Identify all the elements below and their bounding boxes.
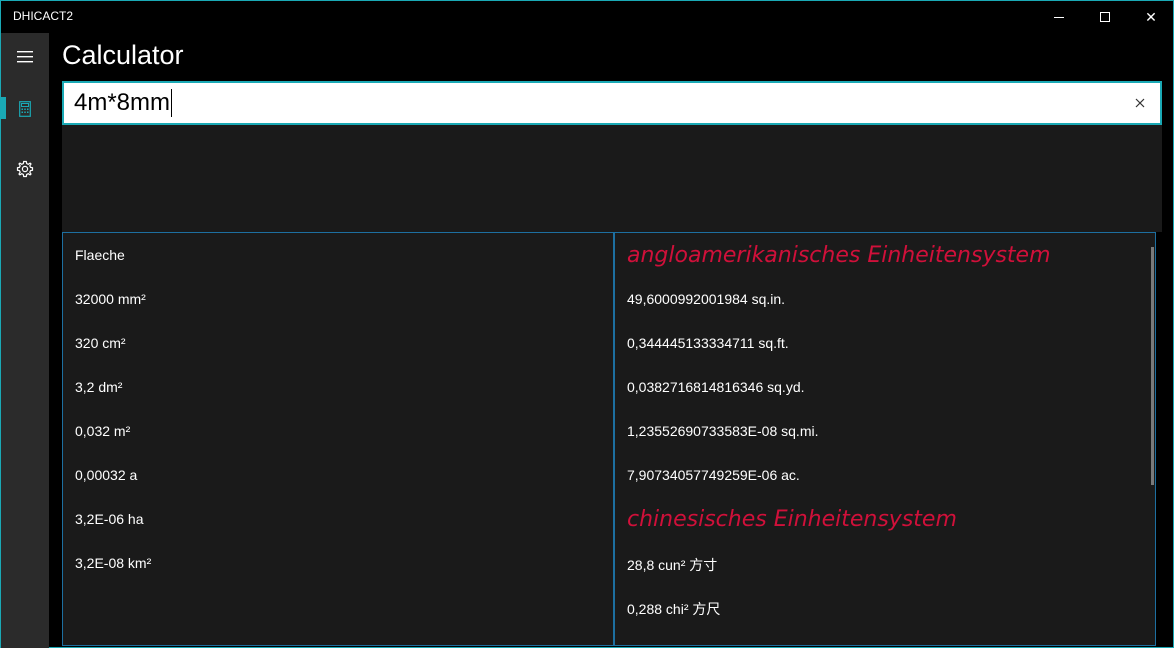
maximize-button[interactable] — [1082, 1, 1128, 33]
app-title: DHICACT2 — [13, 9, 74, 23]
list-item: 0,032 m² — [75, 423, 131, 439]
result-area — [62, 125, 1162, 232]
other-units-panel: angloamerikanisches Einheitensystem 49,6… — [614, 232, 1156, 646]
expression-input[interactable]: 4m*8mm — [62, 81, 1162, 125]
list-item: 1,23552690733583E-08 sq.mi. — [627, 423, 819, 439]
clear-button[interactable] — [1130, 93, 1150, 113]
sidebar — [1, 33, 49, 648]
sidebar-item-settings[interactable] — [1, 145, 49, 193]
minimize-button[interactable] — [1036, 1, 1082, 33]
expression-input-value: 4m*8mm — [74, 89, 173, 117]
metric-units-panel: Flaeche 32000 mm² 320 cm² 3,2 dm² 0,032 … — [62, 232, 614, 646]
list-item: 0,00032 a — [75, 467, 138, 483]
list-item: 0,288 chi² 方尺 — [627, 601, 721, 617]
list-item: 0,344445133334711 sq.ft. — [627, 335, 789, 351]
list-item: 0,0382716814816346 sq.yd. — [627, 379, 805, 395]
category-label: Flaeche — [75, 247, 125, 263]
title-bar[interactable]: DHICACT2 ✕ — [1, 1, 1173, 33]
close-icon: ✕ — [1145, 8, 1157, 25]
close-icon — [1135, 98, 1145, 108]
scrollbar[interactable] — [1151, 247, 1154, 485]
list-item: 3,2E-06 ha — [75, 511, 144, 527]
list-item: 32000 mm² — [75, 291, 146, 307]
hamburger-button[interactable] — [1, 33, 49, 81]
section-heading-chinese: chinesisches Einheitensystem — [627, 507, 957, 532]
list-item: 3,2E-08 km² — [75, 555, 152, 571]
list-item: 28,8 cun² 方寸 — [627, 557, 718, 573]
page-title: Calculator — [62, 40, 184, 70]
list-item: 320 cm² — [75, 335, 126, 351]
sidebar-item-calculator[interactable] — [1, 85, 49, 133]
hamburger-icon — [17, 51, 33, 63]
calculator-icon — [19, 101, 31, 117]
list-item: 3,2 dm² — [75, 379, 123, 395]
list-item: 7,90734057749259E-06 ac. — [627, 467, 800, 483]
close-button[interactable]: ✕ — [1128, 1, 1174, 33]
gear-icon — [16, 160, 34, 178]
minimize-icon — [1054, 16, 1064, 18]
maximize-icon — [1100, 12, 1110, 22]
text-caret — [171, 89, 173, 117]
list-item: 49,6000992001984 sq.in. — [627, 291, 786, 307]
section-heading-anglo: angloamerikanisches Einheitensystem — [627, 243, 1051, 268]
app-window: DHICACT2 ✕ Calculator 4m*8mm Flaeche 320… — [0, 0, 1174, 648]
